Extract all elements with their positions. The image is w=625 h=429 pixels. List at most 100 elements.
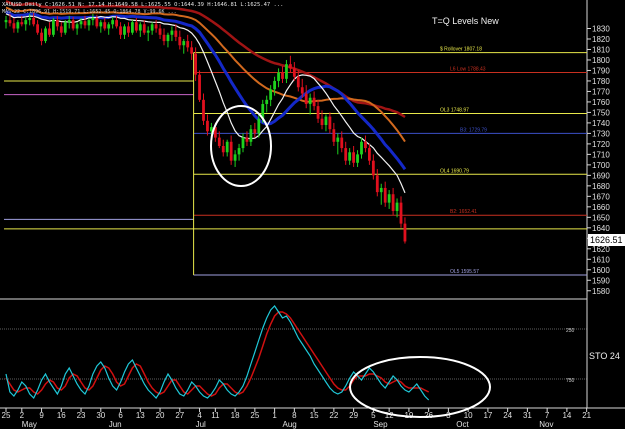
candle-body: [233, 154, 237, 161]
level-label: B2: 1652.41: [450, 209, 477, 215]
price-tick-label: 1830: [592, 24, 610, 33]
chart-window: $ Rollover 1807.18 L6 Low 1788.43 OL3 1748…: [0, 0, 625, 429]
price-tick-label: 1610: [592, 255, 610, 264]
candle-body: [91, 18, 95, 21]
time-tick-label: 4: [197, 411, 202, 420]
candle-body: [63, 22, 67, 33]
candle-body: [178, 36, 182, 46]
candle-body: [344, 148, 348, 161]
candle-body: [127, 26, 130, 33]
month-label: Jul: [196, 420, 206, 429]
time-tick-label: 27: [175, 411, 184, 420]
time-tick-label: 22: [329, 411, 338, 420]
time-tick-label: 26: [424, 411, 433, 420]
candle-body: [360, 141, 363, 155]
price-tick-label: 1760: [592, 98, 610, 107]
candle-body: [375, 175, 379, 193]
candle-body: [273, 80, 276, 90]
price-chart[interactable]: $ Rollover 1807.18 L6 Low 1788.43 OL3 1748…: [0, 0, 625, 429]
time-tick-label: 11: [211, 411, 220, 420]
price-tick-label: 1750: [592, 108, 610, 117]
candle-body: [48, 28, 51, 35]
chart-background: [0, 0, 625, 429]
price-tick-label: 1640: [592, 224, 610, 233]
price-tick-label: 1740: [592, 119, 610, 128]
candle-body: [249, 129, 253, 142]
candle-body: [225, 141, 229, 153]
month-label: Sep: [373, 420, 388, 429]
sto-level-label: 250: [566, 328, 575, 334]
candle-body: [67, 20, 71, 23]
candle-body: [304, 93, 308, 105]
oscillator-label: STO 24: [589, 351, 620, 361]
price-tick-label: 1800: [592, 56, 610, 65]
candle-body: [328, 116, 332, 130]
candle-body: [99, 22, 103, 27]
candle-body: [146, 30, 150, 33]
candle-body: [308, 97, 312, 105]
candle-body: [391, 194, 395, 212]
candle-body: [103, 22, 107, 29]
candle-body: [285, 64, 288, 79]
candle-body: [371, 160, 375, 176]
candle-body: [55, 20, 59, 27]
time-tick-label: 24: [503, 411, 512, 420]
candle-body: [320, 118, 324, 126]
time-tick-label: 13: [136, 411, 145, 420]
time-tick-label: 25: [2, 411, 11, 420]
candle-body: [79, 21, 83, 25]
candle-body: [142, 24, 146, 33]
candle-body: [198, 74, 201, 100]
candle-body: [71, 20, 75, 29]
price-tick-label: 1650: [592, 213, 610, 222]
month-label: Nov: [539, 420, 553, 429]
month-label: May: [22, 420, 37, 429]
candle-body: [364, 141, 367, 149]
price-tick-label: 1790: [592, 66, 610, 75]
candle-body: [8, 20, 12, 24]
candle-body: [229, 141, 233, 161]
candle-body: [336, 137, 340, 142]
candle-body: [296, 76, 300, 88]
time-tick-label: 2: [20, 411, 25, 420]
candle-body: [202, 99, 205, 121]
candle-body: [312, 97, 316, 107]
month-label: Aug: [283, 420, 297, 429]
candle-body: [348, 152, 352, 161]
time-tick-label: 15: [310, 411, 319, 420]
candle-body: [20, 22, 24, 25]
candle-body: [316, 106, 320, 119]
candle-body: [162, 34, 166, 42]
candle-body: [237, 148, 241, 155]
candle-body: [300, 87, 304, 94]
candle-body: [83, 21, 87, 26]
candle-body: [150, 24, 154, 31]
levels-panel-title: T=Q Levels New: [432, 16, 499, 26]
candle-body: [182, 41, 186, 46]
price-tick-label: 1820: [592, 35, 610, 44]
time-tick-label: 8: [292, 411, 297, 420]
candle-body: [403, 223, 407, 242]
price-tick-label: 1620: [592, 245, 610, 254]
candle-body: [119, 26, 122, 35]
candle-body: [383, 187, 387, 203]
candle-body: [352, 152, 355, 163]
time-tick-label: 18: [231, 411, 240, 420]
candle-body: [269, 89, 273, 100]
price-tick-label: 1810: [592, 45, 610, 54]
candle-body: [170, 30, 174, 35]
candle-body: [265, 99, 269, 105]
time-tick-label: 30: [96, 411, 105, 420]
candle-body: [174, 30, 178, 37]
candle-body: [292, 68, 296, 77]
candle-body: [379, 187, 383, 193]
time-tick-label: 10: [464, 411, 473, 420]
candle-body: [75, 24, 79, 29]
level-label: OL5 1595.57: [450, 269, 479, 275]
symbol-info-line: XAUUSD Daily C:1626.51 N: 17.14 H:1649.5…: [2, 2, 283, 8]
candle-body: [32, 18, 36, 25]
candle-body: [221, 145, 225, 153]
time-tick-label: 20: [156, 411, 165, 420]
candle-body: [4, 20, 8, 23]
level-label: B3: 1729.79: [460, 127, 487, 133]
